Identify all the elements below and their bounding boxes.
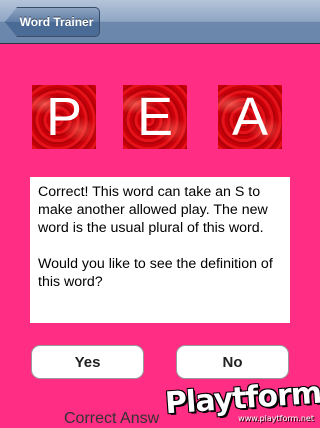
watermark-url: www.playtform.net (238, 414, 314, 423)
letter-tile: A (218, 85, 282, 149)
result-text: Correct! This word can take an S to make… (38, 184, 268, 236)
yes-button[interactable]: Yes (31, 345, 144, 379)
letter-tile: P (32, 85, 96, 149)
definition-prompt: Would you like to see the definition of … (38, 256, 273, 290)
watermark-brand: Playtform (163, 375, 320, 422)
navigation-bar: Word Trainer (0, 0, 320, 44)
no-button[interactable]: No (176, 345, 289, 379)
result-message-box: Correct! This word can take an S to make… (30, 177, 290, 323)
correct-answers-label: Correct Answ (64, 410, 160, 427)
letter-tile: E (123, 85, 187, 149)
back-button[interactable]: Word Trainer (5, 7, 100, 37)
letter-tiles: P E A (0, 85, 320, 149)
watermark-logo: Playtform www.playtform.net (164, 376, 320, 423)
